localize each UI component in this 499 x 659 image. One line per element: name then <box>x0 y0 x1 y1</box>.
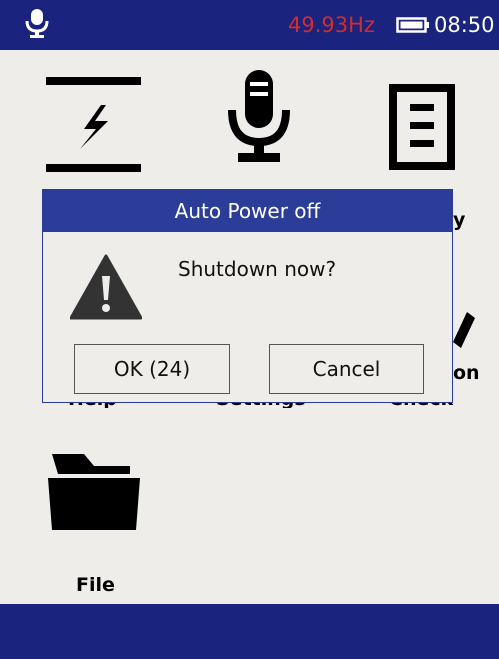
app-label-fragment-top: y <box>453 209 466 231</box>
auto-power-off-dialog: Auto Power off Shutdown now? OK (24) Can… <box>42 189 453 403</box>
dialog-message: Shutdown now? <box>178 257 337 281</box>
dialog-title: Auto Power off <box>43 190 452 232</box>
power-quality-icon[interactable] <box>46 77 141 172</box>
microphone-icon <box>25 9 49 38</box>
folder-icon[interactable] <box>48 454 140 530</box>
ok-button[interactable]: OK (24) <box>74 344 230 394</box>
pen-icon <box>453 312 475 348</box>
app-label-file: File <box>76 574 115 596</box>
cancel-button[interactable]: Cancel <box>269 344 424 394</box>
clock: 08:50 <box>434 13 495 37</box>
status-bar: 49.93Hz 08:50 <box>0 0 499 50</box>
bottom-bar <box>0 604 499 659</box>
warning-icon <box>70 254 142 320</box>
battery-icon <box>396 17 429 33</box>
document-icon[interactable] <box>389 84 455 170</box>
microphone-icon[interactable] <box>228 70 290 164</box>
frequency-readout: 49.93Hz <box>288 13 375 37</box>
app-label-fragment-middle: on <box>453 362 480 384</box>
